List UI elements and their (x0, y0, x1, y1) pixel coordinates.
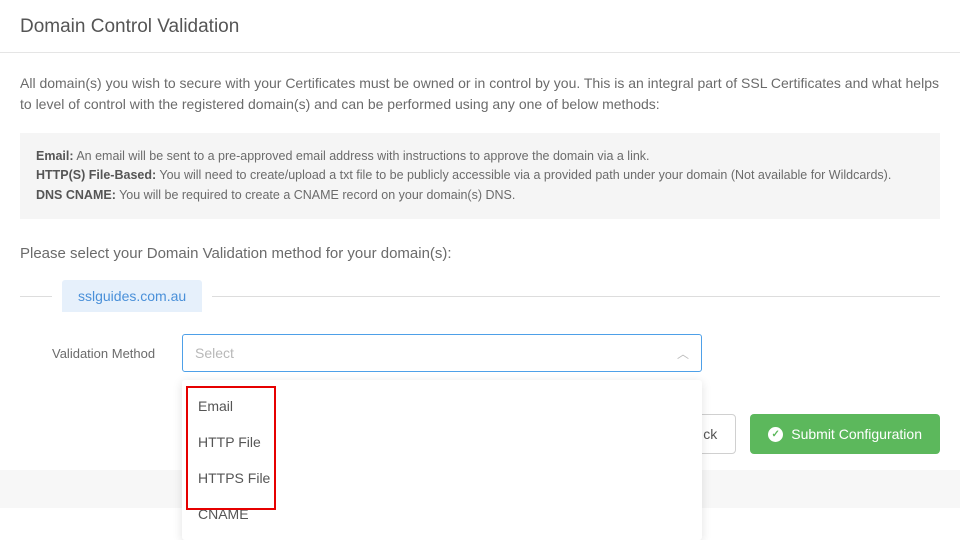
submit-button-label: Submit Configuration (791, 426, 922, 442)
page-title: Domain Control Validation (0, 0, 960, 52)
validation-method-select[interactable]: Select ︿ (182, 334, 702, 372)
divider-left (20, 296, 52, 297)
method-dns-desc: You will be required to create a CNAME r… (119, 188, 515, 202)
method-email-desc: An email will be sent to a pre-approved … (76, 149, 649, 163)
validation-method-label: Validation Method (52, 346, 182, 361)
dropdown-option-email[interactable]: Email (182, 388, 702, 424)
submit-configuration-button[interactable]: ✓ Submit Configuration (750, 414, 940, 454)
dropdown-option-cname[interactable]: CNAME (182, 496, 702, 532)
method-dns-label: DNS CNAME: (36, 188, 116, 202)
validation-method-dropdown: Email HTTP File HTTPS File CNAME (182, 380, 702, 540)
dropdown-option-http-file[interactable]: HTTP File (182, 424, 702, 460)
check-circle-icon: ✓ (768, 427, 783, 442)
dropdown-option-https-file[interactable]: HTTPS File (182, 460, 702, 496)
method-email-label: Email: (36, 149, 74, 163)
chevron-up-icon: ︿ (677, 345, 689, 362)
method-http-desc: You will need to create/upload a txt fil… (159, 168, 891, 182)
select-placeholder: Select (195, 345, 234, 361)
divider-right (212, 296, 940, 297)
domain-tab[interactable]: sslguides.com.au (62, 280, 202, 312)
methods-infobox: Email: An email will be sent to a pre-ap… (20, 133, 940, 219)
intro-text: All domain(s) you wish to secure with yo… (0, 53, 960, 115)
select-prompt: Please select your Domain Validation met… (0, 245, 960, 280)
method-http-label: HTTP(S) File-Based: (36, 168, 156, 182)
